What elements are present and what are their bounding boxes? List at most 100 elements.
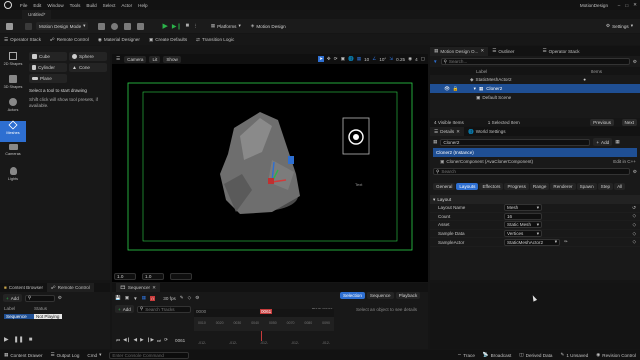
eyedropper-icon[interactable]: ✑ — [564, 239, 568, 245]
keyframe-icon[interactable]: ◇ — [632, 239, 636, 245]
show-dropdown[interactable]: Show — [163, 55, 181, 63]
expand-arrow-icon[interactable]: ▾ — [474, 86, 476, 92]
menu-tools[interactable]: Tools — [70, 3, 81, 8]
world-local-icon[interactable]: 🌐 — [348, 56, 354, 62]
sequencer-fps[interactable]: 30 fps — [163, 296, 176, 301]
category-2d-shapes[interactable]: 2D Shapes — [0, 52, 26, 73]
play-icon[interactable]: ▶ — [4, 336, 9, 343]
category-cameras[interactable]: Cameras — [0, 144, 26, 165]
outliner-col-items[interactable]: Items — [591, 69, 602, 74]
filter-range[interactable]: Range — [529, 182, 550, 190]
menu-select[interactable]: Select — [103, 3, 116, 8]
content-add-button[interactable]: + Add — [3, 294, 22, 302]
reset-icon[interactable]: ↺ — [632, 205, 636, 211]
outliner-settings-icon[interactable]: ⚙ — [633, 59, 637, 65]
sequencer-key-icon[interactable]: ◇ — [188, 295, 192, 301]
filter-icon[interactable]: ▼ — [433, 59, 438, 64]
outliner-row-selected[interactable]: 👁 🔒 ▾ ▦ Cloner2 — [430, 84, 640, 93]
tab-sequencer[interactable]: 🎞 Sequencer ✕ — [116, 283, 160, 292]
category-meshes[interactable]: Meshes — [0, 120, 26, 142]
output-log-button[interactable]: ☰ Output Log — [51, 352, 80, 358]
scale-snap-icon[interactable]: ⇲ — [389, 56, 393, 62]
create-defaults-button[interactable]: ▣ Create Defaults — [149, 37, 187, 43]
tab-world-settings[interactable]: 🌐 World Settings — [464, 127, 510, 136]
component-root[interactable]: Cloner2 (Instance) — [433, 148, 637, 157]
mode-dropdown[interactable]: Motion Design Mode ▾ — [36, 22, 89, 30]
console-input[interactable]: Enter Console Command — [109, 351, 190, 359]
filter-renderer[interactable]: Renderer — [550, 182, 576, 190]
next-button[interactable]: Next — [621, 118, 637, 126]
translate-icon[interactable]: ✥ — [327, 56, 331, 62]
object-name-field[interactable]: Cloner2 — [440, 138, 591, 146]
remote-control-button[interactable]: ☍ Remote Control — [50, 37, 89, 43]
outliner-col-label[interactable]: Label — [476, 69, 487, 74]
go-to-start-icon[interactable]: ⏮ — [116, 338, 120, 343]
viewport-field-3[interactable] — [170, 273, 192, 280]
sequencer-edit-icon[interactable]: ✎ — [180, 295, 184, 301]
keyframe-icon[interactable]: ◇ — [632, 231, 636, 237]
lock-icon[interactable]: 🔒 — [453, 86, 459, 92]
close-icon[interactable]: ✕ — [456, 129, 460, 135]
shape-plane-button[interactable]: Plane — [29, 74, 67, 83]
filter-spawn[interactable]: Spawn — [576, 182, 597, 190]
magnet-icon[interactable]: ∩ — [149, 295, 156, 301]
rotation-snap-icon[interactable]: ∠ — [372, 56, 376, 62]
grid-snap-value[interactable]: 10 — [364, 57, 369, 62]
timeline-ruler[interactable]: 0000 0061 — [194, 309, 334, 317]
layout-name-dropdown[interactable]: Mesh ▾ — [504, 204, 542, 212]
blueprint-edit-icon[interactable]: ▦ — [615, 139, 619, 145]
keyframe-icon[interactable]: ◇ — [632, 213, 636, 219]
details-settings-icon[interactable]: ⚙ — [633, 169, 637, 175]
category-actors[interactable]: Actors — [0, 98, 26, 119]
prev-key-icon[interactable]: ◀❙ — [123, 337, 130, 343]
step-icon[interactable]: ▶❙ — [172, 23, 182, 30]
viewport-maximize-icon[interactable]: ▢ — [421, 56, 425, 62]
filter-all[interactable]: All — [614, 182, 626, 190]
operator-stack-button[interactable]: ☰ Operator Stack — [4, 37, 41, 43]
viewport-field-1[interactable]: 1.0 — [114, 273, 136, 280]
settings-cog-icon[interactable] — [111, 22, 119, 30]
camera-speed-value[interactable]: 4 — [415, 57, 418, 62]
document-tab[interactable]: Untitled* — [22, 10, 52, 19]
material-designer-button[interactable]: ◉ Material Designer — [98, 37, 140, 43]
tab-sequence[interactable]: Sequence — [366, 292, 394, 299]
tab-content-browser[interactable]: ■ Content Browser — [0, 283, 47, 292]
count-field[interactable]: 16 — [504, 212, 542, 220]
track-search-input[interactable]: ⚲ Search Tracks — [136, 305, 191, 313]
sequencer-save-icon[interactable]: 💾 — [115, 295, 121, 301]
filter-progress[interactable]: Progress — [504, 182, 529, 190]
menu-help[interactable]: Help — [138, 3, 147, 8]
keyframe-icon[interactable]: ◇ — [632, 222, 636, 228]
frame-field[interactable]: 0061 — [175, 338, 185, 343]
shape-cone-button[interactable]: ▲ Cone — [69, 63, 107, 72]
blueprint-icon[interactable] — [124, 22, 132, 30]
sample-actor-picker[interactable]: StaticMeshActor2 ▾ — [504, 238, 560, 246]
menu-file[interactable]: File — [20, 3, 27, 8]
loop-icon[interactable]: ⟳ — [164, 337, 168, 343]
camera-dropdown[interactable]: Camera — [124, 55, 147, 63]
menu-build[interactable]: Build — [86, 3, 96, 8]
add-component-button[interactable]: + Add — [593, 138, 613, 146]
details-search-input[interactable]: ⚲ Search — [433, 168, 630, 175]
tab-outliner[interactable]: ☰ Outliner — [488, 47, 518, 56]
content-drawer-button[interactable]: ▦ Content Drawer — [4, 352, 43, 358]
save-icon[interactable] — [6, 22, 13, 30]
unreal-logo-icon[interactable] — [4, 1, 12, 9]
scale-snap-value[interactable]: 0.25 — [396, 57, 405, 62]
content-search-input[interactable]: ⚲ — [24, 294, 55, 302]
content-row[interactable]: Sequence Not Playing — [0, 312, 110, 321]
tab-operator-stack[interactable]: ☰ Operator Stack — [538, 47, 583, 56]
tab-motion-design-outliner[interactable]: ▦ Motion Design O... ✕ — [430, 46, 489, 56]
previous-button[interactable]: Previous — [590, 118, 614, 126]
content-settings-icon[interactable]: ⚙ — [58, 295, 62, 301]
play-icon[interactable]: ▶ — [162, 22, 167, 30]
asset-dropdown[interactable]: Static Mesh ▾ — [504, 221, 542, 229]
motion-design-button[interactable]: ◈ Motion Design — [248, 22, 289, 30]
sample-data-dropdown[interactable]: Vertices ▾ — [504, 230, 542, 238]
grid-snap-icon[interactable]: ▦ — [357, 56, 361, 62]
shape-sphere-button[interactable]: Sphere — [69, 52, 107, 61]
sequencer-snap-icon[interactable]: ▦ — [142, 295, 146, 301]
rotate-icon[interactable]: ⟳ — [334, 56, 338, 62]
play-reverse-icon[interactable]: ◀ — [134, 337, 138, 343]
filter-general[interactable]: General — [433, 182, 456, 190]
